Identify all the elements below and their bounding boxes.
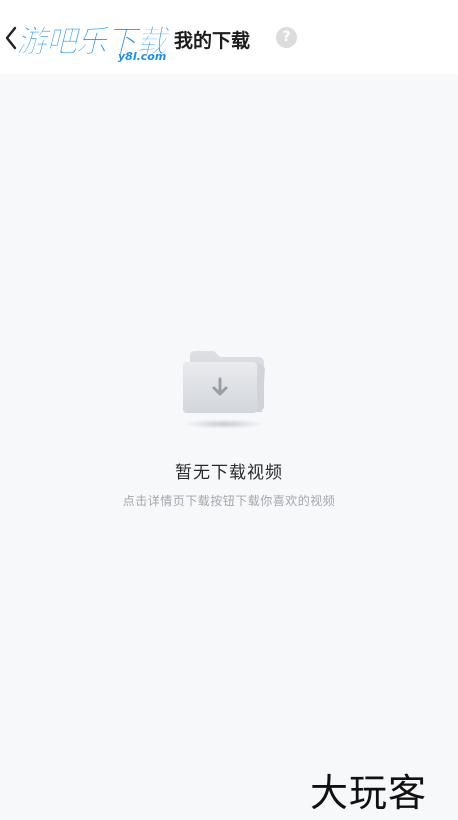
watermark-logo-domain: y8l.com (118, 50, 167, 63)
empty-state-hint: 点击详情页下载按钮下载你喜欢的视频 (122, 494, 336, 508)
empty-state-title: 暂无下载视频 (175, 463, 283, 483)
top-nav-bar: 游吧乐下载 y8l.com 我的下载 ? (0, 0, 458, 74)
help-button[interactable]: ? (276, 27, 297, 48)
page-title: 我的下载 (174, 30, 251, 52)
corner-watermark: 大玩客 (310, 771, 428, 815)
folder-download-icon (183, 351, 265, 429)
watermark-logo: 游吧乐下载 y8l.com (16, 16, 186, 66)
question-mark-icon: ? (282, 29, 291, 45)
